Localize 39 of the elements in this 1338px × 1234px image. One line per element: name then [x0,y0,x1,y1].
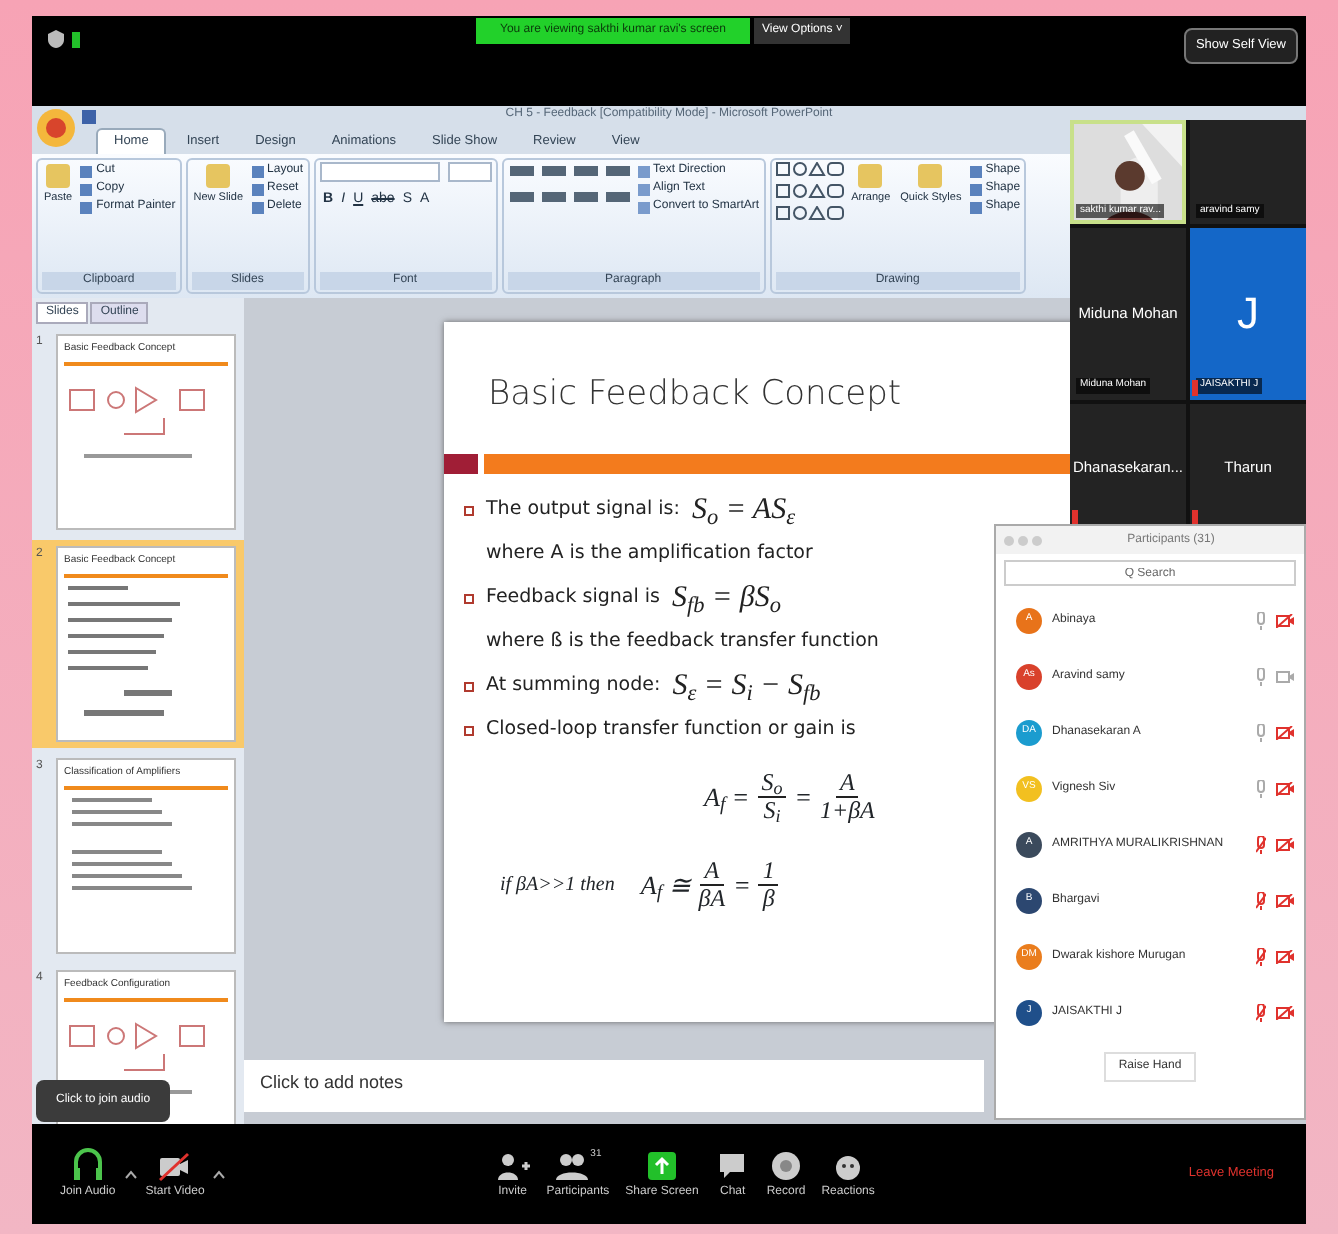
slide-text: The output signal is: [486,496,680,525]
bullet-icon [464,506,474,516]
font-name-field[interactable] [319,162,440,182]
slide-text: where ß is the feedback transfer function [484,628,879,657]
shapes-gallery-icon [775,206,844,220]
shapes-gallery-icon [775,184,844,198]
command-icon [856,162,885,190]
alignment-tools-icon [507,188,632,206]
office-logo-icon [36,108,76,148]
caret-icon[interactable] [212,1169,227,1179]
accent-square [444,453,478,473]
slide-text: if βA>>1 then [500,872,615,900]
command-icon [44,162,73,190]
alignment-tools-icon [507,162,632,180]
slide-text: At summing node: [486,672,661,701]
command-icon [204,162,233,190]
muted-mic-icon [1192,379,1198,395]
share-screen-icon [643,1147,680,1183]
headphones-icon [69,1147,106,1183]
slide-text: Closed-loop transfer function or gain is [486,716,856,745]
shield-icon [48,30,64,48]
slide-title: Basic Feedback Concept [488,372,902,418]
notes-field[interactable]: Click to add notes [244,1060,984,1112]
signal-icon [72,32,80,48]
shapes-gallery-icon [775,162,844,176]
video-off-icon [156,1147,193,1183]
slide-text: where A is the amplification factor [484,540,813,569]
slide-text: Feedback signal is [486,584,660,613]
save-icon[interactable] [82,110,96,124]
bullet-icon [464,682,474,692]
command-icon [916,162,945,190]
formula: S$_{fb}$ = βS$_{o}$ [671,580,781,622]
caret-icon[interactable] [123,1169,138,1179]
font-size-field[interactable] [447,162,492,182]
bullet-icon [464,726,474,736]
record-icon [768,1147,805,1183]
formula: S$_{ε}$ = S$_{i}$ − S$_{fb}$ [672,668,821,710]
bullet-icon [464,594,474,604]
formula: S$_{o}$ = AS$_{ε}$ [691,492,796,534]
